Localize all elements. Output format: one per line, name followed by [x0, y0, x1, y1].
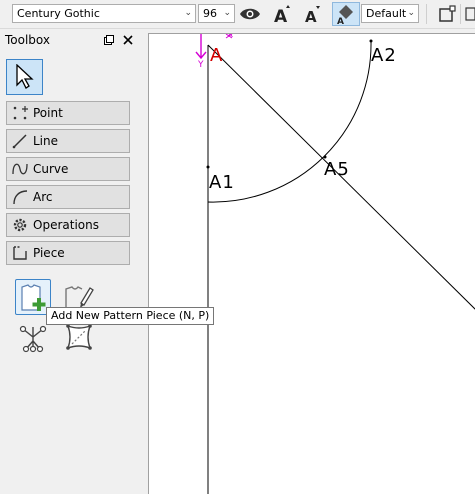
- y-axis-arrow: [195, 34, 207, 60]
- increase-label-font-button[interactable]: A: [270, 2, 294, 26]
- overflow-button[interactable]: [464, 2, 475, 26]
- arc-icon: [11, 188, 29, 206]
- eye-icon: [240, 8, 260, 20]
- font-size-value: 96: [203, 7, 217, 20]
- svg-text:A: A: [274, 7, 288, 24]
- point-a5-label[interactable]: A5: [324, 159, 350, 180]
- float-button[interactable]: [101, 32, 117, 48]
- toolbar-separator: [460, 4, 461, 24]
- font-name-value: Century Gothic: [17, 7, 100, 20]
- chevron-down-icon: ⌄: [184, 8, 192, 18]
- point-a2-marker[interactable]: [369, 39, 373, 43]
- point-a1-label[interactable]: A1: [209, 172, 235, 193]
- drawing-svg: [195, 34, 475, 494]
- node-tree-icon: [19, 325, 47, 353]
- piece-group-button[interactable]: Piece: [6, 241, 130, 265]
- bounding-box-icon: [439, 5, 456, 22]
- point-icon: [11, 104, 29, 122]
- point-group-button[interactable]: Point: [6, 101, 130, 125]
- show-labels-button[interactable]: [238, 2, 262, 26]
- svg-text:A: A: [337, 17, 344, 25]
- chevron-down-icon: ⌄: [407, 8, 415, 18]
- toolbox-title: Toolbox: [5, 33, 50, 47]
- toolbox-header: Toolbox: [0, 29, 140, 51]
- operations-group-label: Operations: [33, 218, 99, 232]
- font-decrease-icon: A: [305, 6, 320, 24]
- operations-group-button[interactable]: Operations: [6, 213, 130, 237]
- curve-group-label: Curve: [33, 162, 69, 176]
- gear-icon: [11, 216, 29, 234]
- curve-group-button[interactable]: Curve: [6, 157, 130, 181]
- origin-point-label[interactable]: A: [210, 45, 223, 66]
- line-group-label: Line: [33, 134, 59, 148]
- label-color-button[interactable]: A: [332, 2, 360, 26]
- point-group-label: Point: [33, 106, 63, 120]
- point-a1-marker[interactable]: [206, 165, 210, 169]
- zoom-fit-button[interactable]: [435, 2, 459, 26]
- top-toolbar: Century Gothic ⌄ 96 ⌄ A A A Default ⌄: [0, 0, 475, 29]
- float-window-icon: [104, 35, 114, 45]
- toolbar-separator: [426, 4, 427, 24]
- font-increase-icon: A: [274, 5, 290, 24]
- close-icon: [123, 35, 133, 45]
- cursor-arrow-icon: [15, 64, 34, 89]
- dashed-box-icon: [66, 324, 92, 350]
- chevron-down-icon: ⌄: [223, 8, 231, 18]
- pen-style-combo[interactable]: Default ⌄: [361, 4, 419, 23]
- piece-icon: [11, 244, 29, 262]
- point-a2-label[interactable]: A2: [371, 45, 397, 66]
- close-button[interactable]: [120, 32, 136, 48]
- paint-bucket-icon: A: [337, 5, 353, 25]
- pen-style-value: Default: [366, 7, 407, 20]
- curve-icon: [11, 160, 29, 178]
- line-group-button[interactable]: Line: [6, 129, 130, 153]
- piece-group-label: Piece: [33, 246, 65, 260]
- svg-text:A: A: [305, 8, 317, 24]
- drawing-canvas[interactable]: A Y X A2 A1 A5: [148, 33, 475, 494]
- tooltip: Add New Pattern Piece (N, P): [46, 307, 215, 325]
- y-axis-label: Y: [198, 60, 205, 70]
- decrease-label-font-button[interactable]: A: [300, 2, 324, 26]
- line-icon: [11, 132, 29, 150]
- toolbox-panel: Toolbox Point Line Curve Arc Operations …: [0, 29, 140, 494]
- arc-group-button[interactable]: Arc: [6, 185, 130, 209]
- arc-group-label: Arc: [33, 190, 53, 204]
- font-size-combo[interactable]: 96 ⌄: [198, 4, 235, 23]
- add-pattern-piece-icon: [21, 284, 46, 311]
- font-name-combo[interactable]: Century Gothic ⌄: [12, 4, 196, 23]
- image-icon: [464, 7, 475, 21]
- arrow-tool-button[interactable]: [6, 59, 43, 95]
- x-axis-label: X: [227, 33, 235, 40]
